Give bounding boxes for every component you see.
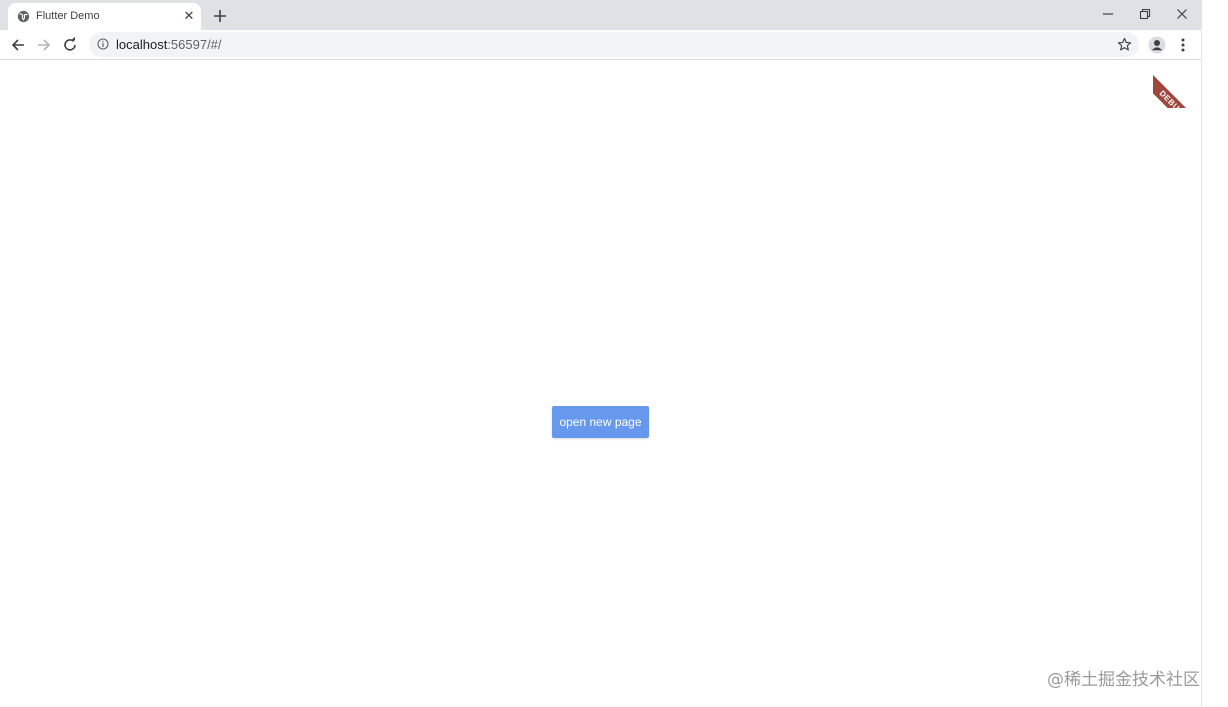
minimize-button[interactable] bbox=[1090, 0, 1126, 30]
tab-close-icon[interactable]: ✕ bbox=[182, 9, 196, 23]
star-icon[interactable] bbox=[1117, 37, 1132, 52]
reload-icon[interactable] bbox=[60, 35, 80, 55]
arrow-left-icon[interactable] bbox=[8, 35, 28, 55]
close-window-button[interactable] bbox=[1164, 0, 1200, 30]
info-icon[interactable] bbox=[97, 38, 109, 50]
url-path: :56597/#/ bbox=[167, 37, 222, 52]
debug-banner-label: DEBUG bbox=[1153, 73, 1201, 108]
browser-toolbar: localhost:56597/#/ bbox=[0, 30, 1201, 60]
arrow-right-icon[interactable] bbox=[34, 35, 54, 55]
restore-button[interactable] bbox=[1127, 0, 1163, 30]
minimize-icon bbox=[1103, 13, 1113, 15]
url-host: localhost bbox=[116, 37, 168, 52]
globe-icon bbox=[17, 10, 30, 23]
restore-icon bbox=[1139, 8, 1151, 20]
tab-title: Flutter Demo bbox=[36, 10, 100, 22]
watermark: @稀土掘金技术社区 bbox=[1047, 670, 1200, 690]
close-icon bbox=[1177, 9, 1187, 19]
address-bar[interactable]: localhost:56597/#/ bbox=[89, 32, 1139, 57]
plus-icon[interactable] bbox=[211, 7, 229, 25]
url-text[interactable]: localhost:56597/#/ bbox=[116, 37, 222, 52]
tab-strip: Flutter Demo ✕ bbox=[0, 0, 1201, 30]
open-new-page-button[interactable]: open new page bbox=[552, 406, 649, 438]
debug-banner: DEBUG bbox=[1153, 60, 1201, 108]
flutter-app-content: DEBUG open new page bbox=[0, 60, 1201, 707]
kebab-menu-icon[interactable] bbox=[1177, 36, 1189, 54]
person-icon[interactable] bbox=[1148, 36, 1166, 54]
browser-window: Flutter Demo ✕ localhost:56597/#/ DEBUG … bbox=[0, 0, 1201, 707]
tab-flutter-demo[interactable]: Flutter Demo ✕ bbox=[8, 3, 201, 30]
desktop-edge bbox=[1201, 0, 1228, 707]
